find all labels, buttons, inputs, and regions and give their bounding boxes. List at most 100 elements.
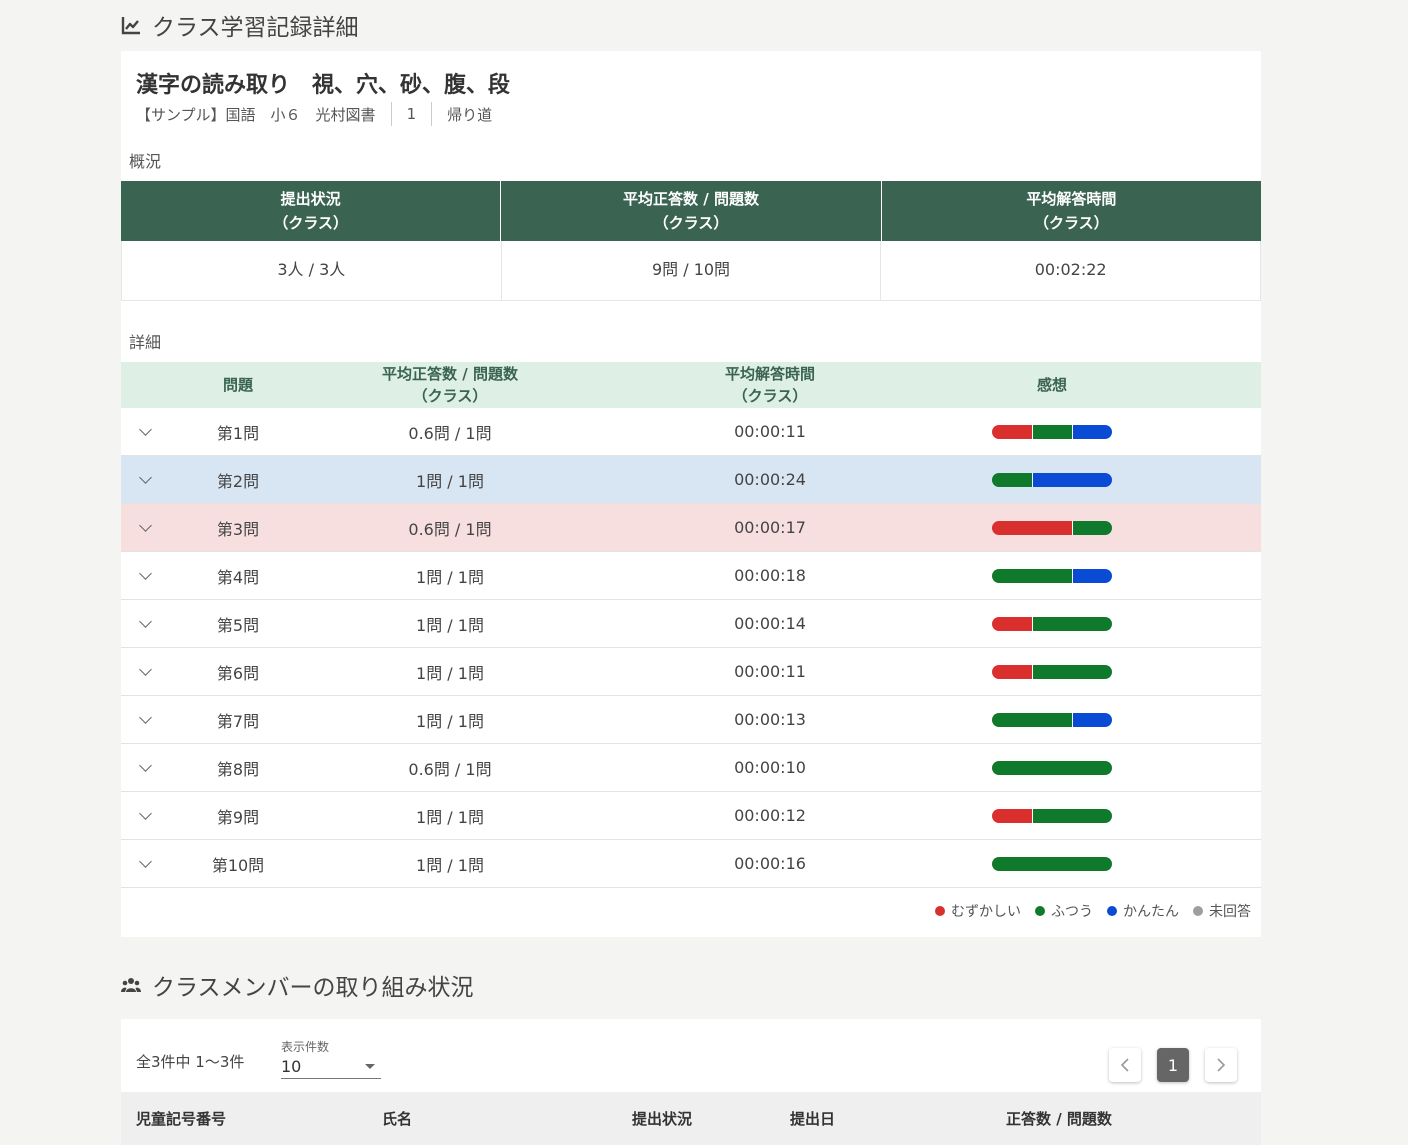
question-row[interactable]: 第2問 1問 / 1問 00:00:24 xyxy=(121,456,1261,504)
feedback-cell xyxy=(947,408,1157,455)
header-line: 提出状況 xyxy=(280,190,341,208)
question-avg-score: 0.6問 / 1問 xyxy=(408,759,492,779)
feedback-normal-segment xyxy=(1031,808,1112,823)
legend-item: かんたん xyxy=(1107,901,1179,921)
overview-header-cell: 平均正答数 / 問題数 （クラス） xyxy=(501,181,882,241)
header-expand xyxy=(121,362,169,408)
feedback-cell xyxy=(947,744,1157,791)
expand-toggle[interactable] xyxy=(121,840,169,887)
question-row[interactable]: 第7問 1問 / 1問 00:00:13 xyxy=(121,696,1261,744)
header-line: （クラス） xyxy=(273,214,349,232)
question-avg-time: 00:00:10 xyxy=(734,758,806,777)
question-avg-time: 00:00:24 xyxy=(734,470,806,489)
feedback-cell xyxy=(947,648,1157,695)
feedback-bar xyxy=(992,712,1112,727)
class-record-card: 漢字の読み取り 視、穴、砂、腹、段 【サンプル】国語 小６ 光村図書 1 帰り道… xyxy=(121,51,1261,937)
feedback-normal-segment xyxy=(1071,520,1112,535)
header-text: 問題 xyxy=(222,376,253,394)
question-row[interactable]: 第3問 0.6問 / 1問 00:00:17 xyxy=(121,504,1261,552)
question-label: 第3問 xyxy=(216,519,260,539)
expand-toggle[interactable] xyxy=(121,600,169,647)
overview-header: 提出状況 （クラス） 平均正答数 / 問題数 （クラス） 平均解答時間 （クラス） xyxy=(121,181,1261,241)
header-text: 平均正答数 / 問題数 xyxy=(382,365,518,383)
expand-toggle[interactable] xyxy=(121,792,169,839)
per-page-value: 10 xyxy=(281,1057,302,1076)
dropdown-caret-icon xyxy=(365,1064,375,1069)
feedback-normal-segment xyxy=(992,472,1032,487)
overview-label: 概況 xyxy=(129,152,162,171)
overview-submission: 3人 / 3人 xyxy=(122,241,502,300)
feedback-cell xyxy=(947,456,1157,503)
question-row[interactable]: 第5問 1問 / 1問 00:00:14 xyxy=(121,600,1261,648)
question-avg-score: 0.6問 / 1問 xyxy=(408,423,492,443)
feedback-easy-segment xyxy=(1071,568,1112,583)
legend-item: ふつう xyxy=(1035,901,1093,921)
result-count: 全3件中 1〜3件 xyxy=(136,1053,245,1071)
next-page-button[interactable] xyxy=(1205,1048,1237,1082)
expand-toggle[interactable] xyxy=(121,408,169,455)
feedback-normal-segment xyxy=(992,568,1072,583)
legend-item: むずかしい xyxy=(935,901,1021,921)
expand-toggle[interactable] xyxy=(121,504,169,551)
meta-divider xyxy=(390,102,392,126)
question-avg-score: 1問 / 1問 xyxy=(416,807,484,827)
legend-label: むずかしい xyxy=(951,904,1021,920)
question-row[interactable]: 第6問 1問 / 1問 00:00:11 xyxy=(121,648,1261,696)
header-submission-date: 提出日 xyxy=(790,1110,836,1128)
expand-toggle[interactable] xyxy=(121,456,169,503)
chevron-down-icon xyxy=(138,662,152,676)
question-avg-score: 1問 / 1問 xyxy=(416,567,484,587)
prev-page-button[interactable] xyxy=(1109,1048,1141,1082)
section-title-class-record: クラス学習記録詳細 xyxy=(120,8,359,42)
header-text: 感想 xyxy=(1036,376,1067,394)
expand-toggle[interactable] xyxy=(121,648,169,695)
expand-toggle[interactable] xyxy=(121,744,169,791)
question-label: 第5問 xyxy=(216,615,260,635)
feedback-hard-segment xyxy=(992,424,1032,439)
chevron-right-icon xyxy=(1217,1058,1226,1072)
question-avg-time: 00:00:16 xyxy=(734,854,806,873)
feedback-bar xyxy=(992,664,1112,679)
question-label: 第1問 xyxy=(216,423,260,443)
question-row[interactable]: 第9問 1問 / 1問 00:00:12 xyxy=(121,792,1261,840)
chevron-left-icon xyxy=(1120,1058,1129,1072)
feedback-bar xyxy=(992,472,1112,487)
legend-dot xyxy=(1193,906,1203,916)
question-avg-score: 1問 / 1問 xyxy=(416,855,484,875)
feedback-normal-segment xyxy=(1031,616,1112,631)
feedback-easy-segment xyxy=(1031,472,1112,487)
expand-toggle[interactable] xyxy=(121,552,169,599)
feedback-cell xyxy=(947,840,1157,887)
question-avg-time: 00:00:12 xyxy=(734,806,806,825)
chevron-down-icon xyxy=(138,614,152,628)
feedback-bar xyxy=(992,424,1112,439)
feedback-normal-segment xyxy=(992,712,1072,727)
lesson-title: 漢字の読み取り 視、穴、砂、腹、段 xyxy=(136,73,511,98)
lesson-meta: 【サンプル】国語 小６ 光村図書 1 帰り道 xyxy=(136,102,492,126)
feedback-bar xyxy=(992,808,1112,823)
question-avg-score: 1問 / 1問 xyxy=(416,615,484,635)
per-page-field[interactable]: 10 xyxy=(281,1055,381,1079)
header-submission-status: 提出状況 xyxy=(632,1110,693,1128)
question-row[interactable]: 第10問 1問 / 1問 00:00:16 xyxy=(121,840,1261,888)
detail-rows: 第1問 0.6問 / 1問 00:00:11 第2問 1問 / 1問 00:00:24 第3… xyxy=(121,408,1261,888)
header-score: 平均正答数 / 問題数 （クラス） xyxy=(307,362,593,408)
page-button-current[interactable]: 1 xyxy=(1157,1048,1189,1082)
question-avg-time: 00:00:11 xyxy=(734,422,806,441)
question-label: 第10問 xyxy=(211,855,265,875)
per-page-select[interactable]: 表示件数 10 xyxy=(281,1038,381,1079)
header-student-id: 児童記号番号 xyxy=(136,1110,227,1128)
question-label: 第2問 xyxy=(216,471,260,491)
feedback-normal-segment xyxy=(992,760,1112,775)
feedback-cell xyxy=(947,504,1157,551)
question-row[interactable]: 第1問 0.6問 / 1問 00:00:11 xyxy=(121,408,1261,456)
pagination: 1 xyxy=(1109,1048,1237,1082)
feedback-easy-segment xyxy=(1071,712,1112,727)
question-label: 第6問 xyxy=(216,663,260,683)
question-row[interactable]: 第4問 1問 / 1問 00:00:18 xyxy=(121,552,1261,600)
question-avg-time: 00:00:17 xyxy=(734,518,806,537)
legend-dot xyxy=(1035,906,1045,916)
meta-textbook: 【サンプル】国語 小６ 光村図書 xyxy=(136,105,376,124)
question-row[interactable]: 第8問 0.6問 / 1問 00:00:10 xyxy=(121,744,1261,792)
expand-toggle[interactable] xyxy=(121,696,169,743)
